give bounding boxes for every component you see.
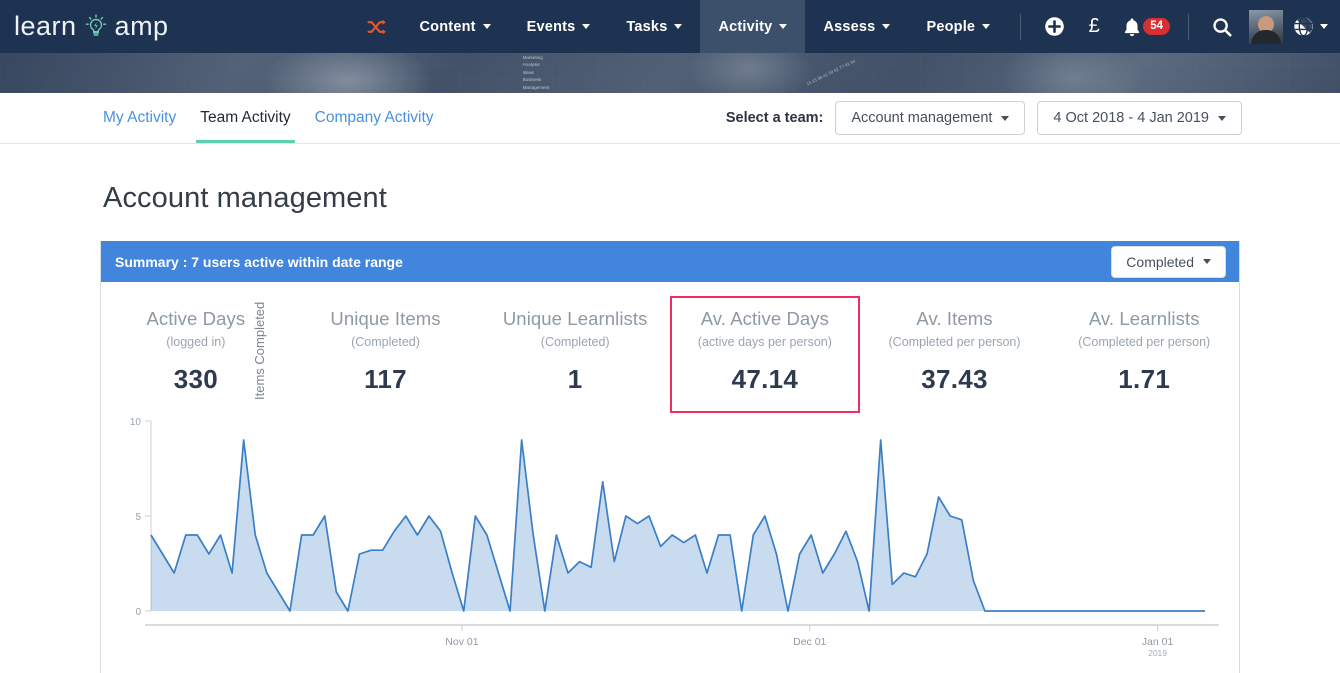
- chevron-down-icon: [1203, 259, 1211, 264]
- notifications-button[interactable]: 54: [1115, 0, 1174, 53]
- stat-title: Av. Learnlists: [1088, 308, 1200, 329]
- tab-label: Company Activity: [314, 109, 434, 126]
- plus-circle-icon[interactable]: [1035, 0, 1073, 53]
- brand-logo[interactable]: learn amp: [0, 0, 179, 53]
- nav-divider: [1020, 13, 1022, 40]
- nav-item-label: Activity: [718, 18, 773, 35]
- svg-text:0: 0: [135, 607, 141, 618]
- brand-word-amp: amp: [114, 11, 169, 41]
- stat-value: 1.71: [1118, 364, 1171, 394]
- stat-subtitle: (Completed): [351, 335, 420, 349]
- summary-panel: Summary : 7 users active within date ran…: [100, 241, 1240, 673]
- stat-title: Unique Items: [330, 308, 441, 329]
- chevron-down-icon: [582, 24, 591, 29]
- nav-item-people[interactable]: People: [908, 0, 1008, 53]
- top-navigation-bar: learn amp Content Events Tasks Activity …: [0, 0, 1340, 53]
- date-range-dropdown[interactable]: 4 Oct 2018 - 4 Jan 2019: [1037, 101, 1242, 135]
- stat-title: Unique Learnlists: [502, 308, 648, 329]
- stat-subtitle: (active days per person): [697, 335, 832, 349]
- stat-value: 37.43: [921, 364, 988, 394]
- team-selector-group: Select a team: Account management 4 Oct …: [726, 93, 1242, 143]
- date-range-value: 4 Oct 2018 - 4 Jan 2019: [1053, 110, 1209, 126]
- completed-filter-dropdown[interactable]: Completed: [1111, 245, 1226, 278]
- activity-tabs: My Activity Team Activity Company Activi…: [103, 93, 446, 143]
- tab-team-activity[interactable]: Team Activity: [188, 93, 302, 143]
- tab-company-activity[interactable]: Company Activity: [303, 93, 446, 143]
- bell-icon: [1125, 17, 1140, 36]
- chart-y-axis-label: Items Completed: [252, 301, 267, 400]
- notification-count-badge: 54: [1143, 18, 1170, 35]
- brand-word-learn: learn: [14, 11, 77, 41]
- team-dropdown-value: Account management: [851, 110, 993, 126]
- stat-value: 1: [567, 364, 583, 394]
- lightbulb-icon: [81, 12, 111, 42]
- svg-text:Nov 01: Nov 01: [445, 636, 478, 648]
- tab-my-activity[interactable]: My Activity: [103, 93, 188, 143]
- header-banner-image: Marketing Analysis Ideas Business Manage…: [0, 53, 1340, 93]
- stat-av-items: Av. Items (Completed per person) 37.43: [860, 296, 1050, 413]
- banner-overlay: [0, 53, 1340, 93]
- chevron-down-icon: [1001, 115, 1010, 121]
- team-dropdown[interactable]: Account management: [835, 101, 1026, 135]
- currency-pound-icon[interactable]: £: [1075, 0, 1113, 53]
- nav-item-assess[interactable]: Assess: [805, 0, 908, 53]
- nav-item-activity[interactable]: Activity: [700, 0, 806, 53]
- main-content: Account management Summary : 7 users act…: [0, 144, 1340, 673]
- stat-subtitle: (Completed per person): [1078, 335, 1211, 349]
- svg-text:10: 10: [130, 417, 142, 428]
- stat-value: 47.14: [731, 364, 799, 394]
- select-team-label: Select a team:: [725, 110, 824, 126]
- sub-navigation: My Activity Team Activity Company Activi…: [0, 93, 1340, 144]
- stat-unique-learnlists: Unique Learnlists (Completed) 1: [480, 296, 670, 413]
- globe-icon: [1294, 16, 1313, 37]
- chevron-down-icon: [882, 24, 891, 29]
- activity-chart: 0 5 10 Nov 01 Dec 01 Jan 01 2019: [101, 413, 1227, 673]
- stat-title: Av. Items: [916, 308, 993, 329]
- stat-subtitle: (Completed): [540, 335, 610, 349]
- chevron-down-icon: [482, 24, 491, 29]
- currency-symbol: £: [1088, 15, 1100, 37]
- language-selector[interactable]: [1293, 16, 1328, 37]
- stat-value: 117: [364, 364, 407, 394]
- completed-filter-label: Completed: [1126, 253, 1194, 270]
- chevron-down-icon: [1320, 24, 1328, 29]
- nav-item-label: Content: [419, 18, 476, 35]
- page-title: Account management: [103, 182, 387, 214]
- svg-text:5: 5: [135, 512, 141, 523]
- chevron-down-icon: [674, 24, 683, 29]
- search-icon[interactable]: [1203, 0, 1241, 53]
- svg-text:Jan 01: Jan 01: [1142, 636, 1174, 648]
- summary-text: Summary : 7 users active within date ran…: [115, 253, 403, 270]
- stat-unique-items: Unique Items (Completed) 117: [291, 296, 481, 413]
- nav-item-tasks[interactable]: Tasks: [608, 0, 700, 53]
- chevron-down-icon: [982, 24, 991, 29]
- nav-item-label: Tasks: [626, 18, 668, 35]
- stat-av-active-days: Av. Active Days (active days per person)…: [670, 296, 860, 413]
- stat-title: Av. Active Days: [700, 308, 829, 329]
- nav-divider: [1188, 13, 1189, 40]
- stat-av-learnlists: Av. Learnlists (Completed per person) 1.…: [1049, 296, 1239, 413]
- nav-item-events[interactable]: Events: [509, 0, 609, 53]
- svg-text:Dec 01: Dec 01: [793, 636, 826, 648]
- stats-row: Active Days (logged in) 330 Unique Items…: [101, 282, 1239, 413]
- shuffle-icon[interactable]: [351, 0, 402, 53]
- nav-item-label: Assess: [823, 18, 876, 35]
- nav-item-label: People: [926, 18, 976, 35]
- nav-primary-items: Content Events Tasks Activity Assess Peo…: [351, 0, 1009, 53]
- chevron-down-icon: [779, 24, 788, 29]
- banner-text: Marketing Analysis Ideas Business Manage…: [522, 55, 550, 90]
- nav-utility-items: £ 54: [1008, 0, 1340, 53]
- nav-item-label: Events: [526, 18, 576, 35]
- summary-panel-header: Summary : 7 users active within date ran…: [101, 241, 1239, 282]
- chevron-down-icon: [1218, 115, 1226, 121]
- stat-subtitle: (Completed per person): [888, 335, 1021, 349]
- items-completed-area-chart: 0 5 10 Nov 01 Dec 01 Jan 012019: [130, 417, 1219, 658]
- svg-text:2019: 2019: [1148, 648, 1167, 658]
- tab-label: My Activity: [103, 109, 177, 126]
- tab-label: Team Activity: [200, 109, 291, 126]
- avatar[interactable]: [1249, 9, 1283, 44]
- nav-item-content[interactable]: Content: [402, 0, 509, 53]
